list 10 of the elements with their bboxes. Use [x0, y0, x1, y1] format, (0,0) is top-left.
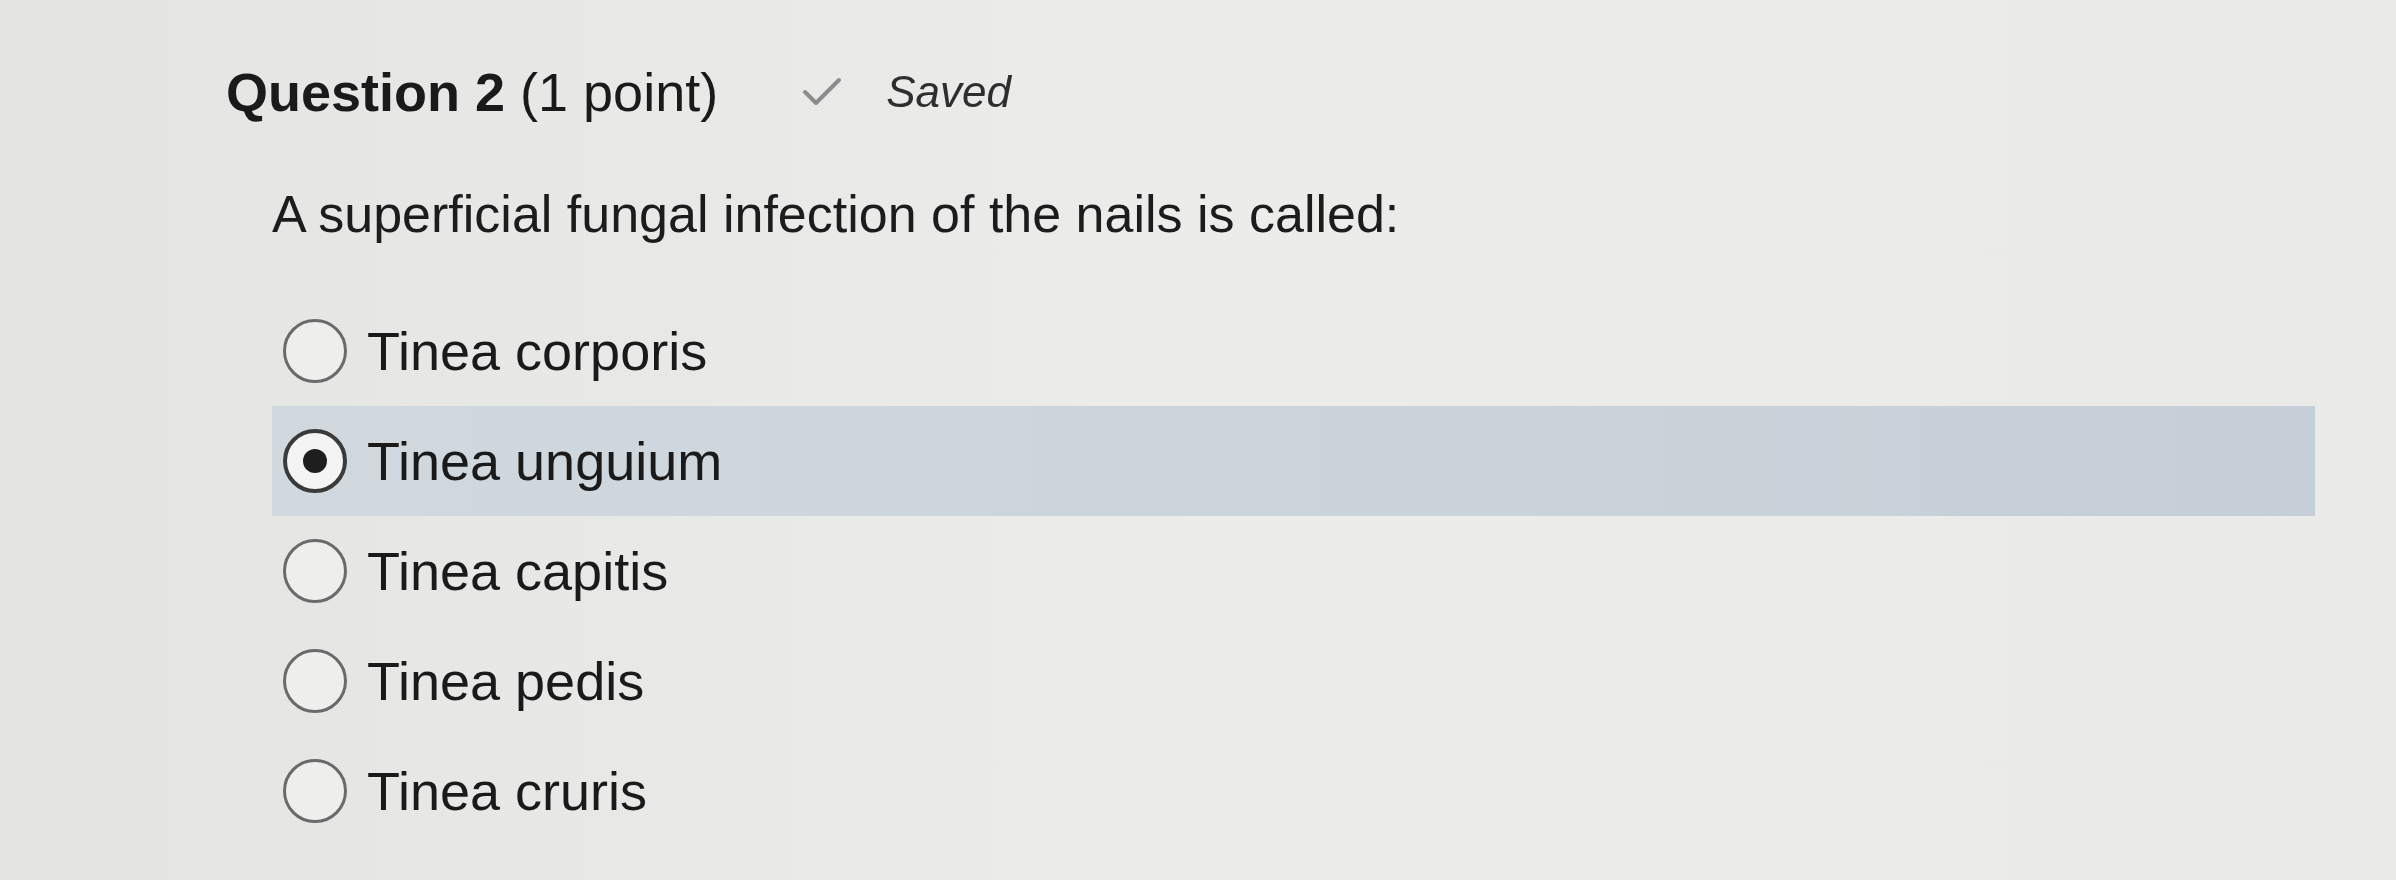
question-title: Question 2 (1 point) — [226, 61, 719, 124]
saved-status: Saved — [886, 67, 1011, 118]
option-label[interactable]: Tinea cruris — [367, 758, 648, 824]
option-label[interactable]: Tinea pedis — [367, 648, 645, 714]
check-icon — [802, 77, 843, 108]
selected-option-highlight[interactable]: Tinea unguium — [272, 406, 2315, 517]
option-label[interactable]: Tinea unguium — [367, 428, 723, 494]
question-prompt: A superficial fungal infection of the nails is called: — [272, 183, 1400, 245]
option-label[interactable]: Tinea capitis — [367, 538, 669, 604]
option-label[interactable]: Tinea corporis — [367, 318, 708, 384]
